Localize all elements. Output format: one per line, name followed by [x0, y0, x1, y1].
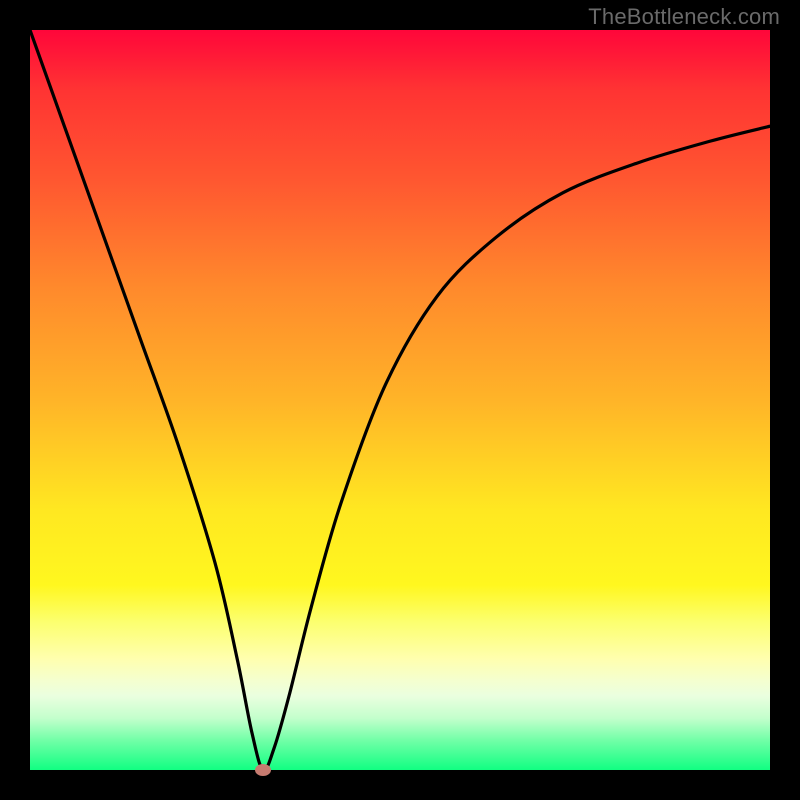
- watermark-text: TheBottleneck.com: [588, 4, 780, 30]
- chart-frame: TheBottleneck.com: [0, 0, 800, 800]
- bottleneck-curve-path: [30, 30, 770, 770]
- minimum-marker: [255, 764, 271, 776]
- curve-svg: [30, 30, 770, 770]
- plot-area: [30, 30, 770, 770]
